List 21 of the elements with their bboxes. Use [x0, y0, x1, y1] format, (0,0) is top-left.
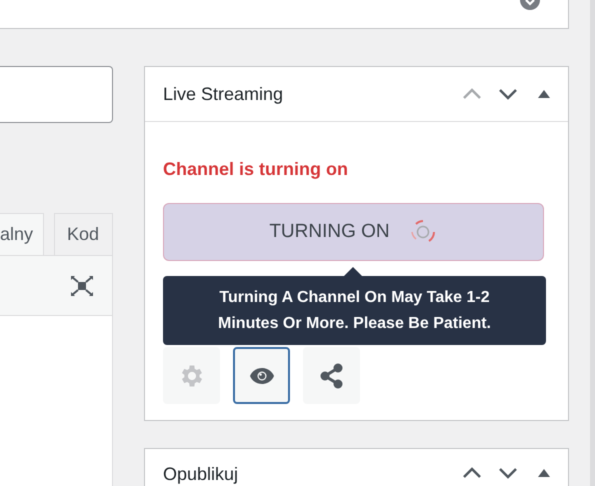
- triangle-icon: [538, 90, 550, 98]
- tooltip: Turning A Channel On May Take 1-2 Minutes Or More. Please Be Patient.: [163, 276, 546, 345]
- title-field[interactable]: [0, 66, 113, 123]
- preview-button[interactable]: [233, 347, 290, 404]
- panel-title: Opublikuj: [163, 463, 240, 485]
- triangle-icon: [538, 469, 550, 477]
- status-message: Channel is turning on: [163, 158, 349, 181]
- turning-on-button[interactable]: TURNING ON: [163, 203, 544, 261]
- panel-title: Live Streaming: [163, 82, 284, 106]
- eye-icon: [248, 366, 274, 384]
- chevron-down-icon: [498, 88, 518, 100]
- chevron-down-icon: [498, 467, 518, 479]
- editor-tab[interactable]: alny: [0, 213, 44, 255]
- share-button[interactable]: [303, 347, 360, 404]
- editor-tab[interactable]: Kod: [54, 213, 113, 255]
- share-icon: [318, 362, 346, 390]
- chevron-up-icon: [462, 88, 482, 100]
- fullscreen-icon[interactable]: [70, 274, 94, 296]
- tooltip-pointer: [343, 267, 363, 277]
- close-icon[interactable]: [520, 0, 540, 10]
- chevron-up-icon: [462, 467, 482, 479]
